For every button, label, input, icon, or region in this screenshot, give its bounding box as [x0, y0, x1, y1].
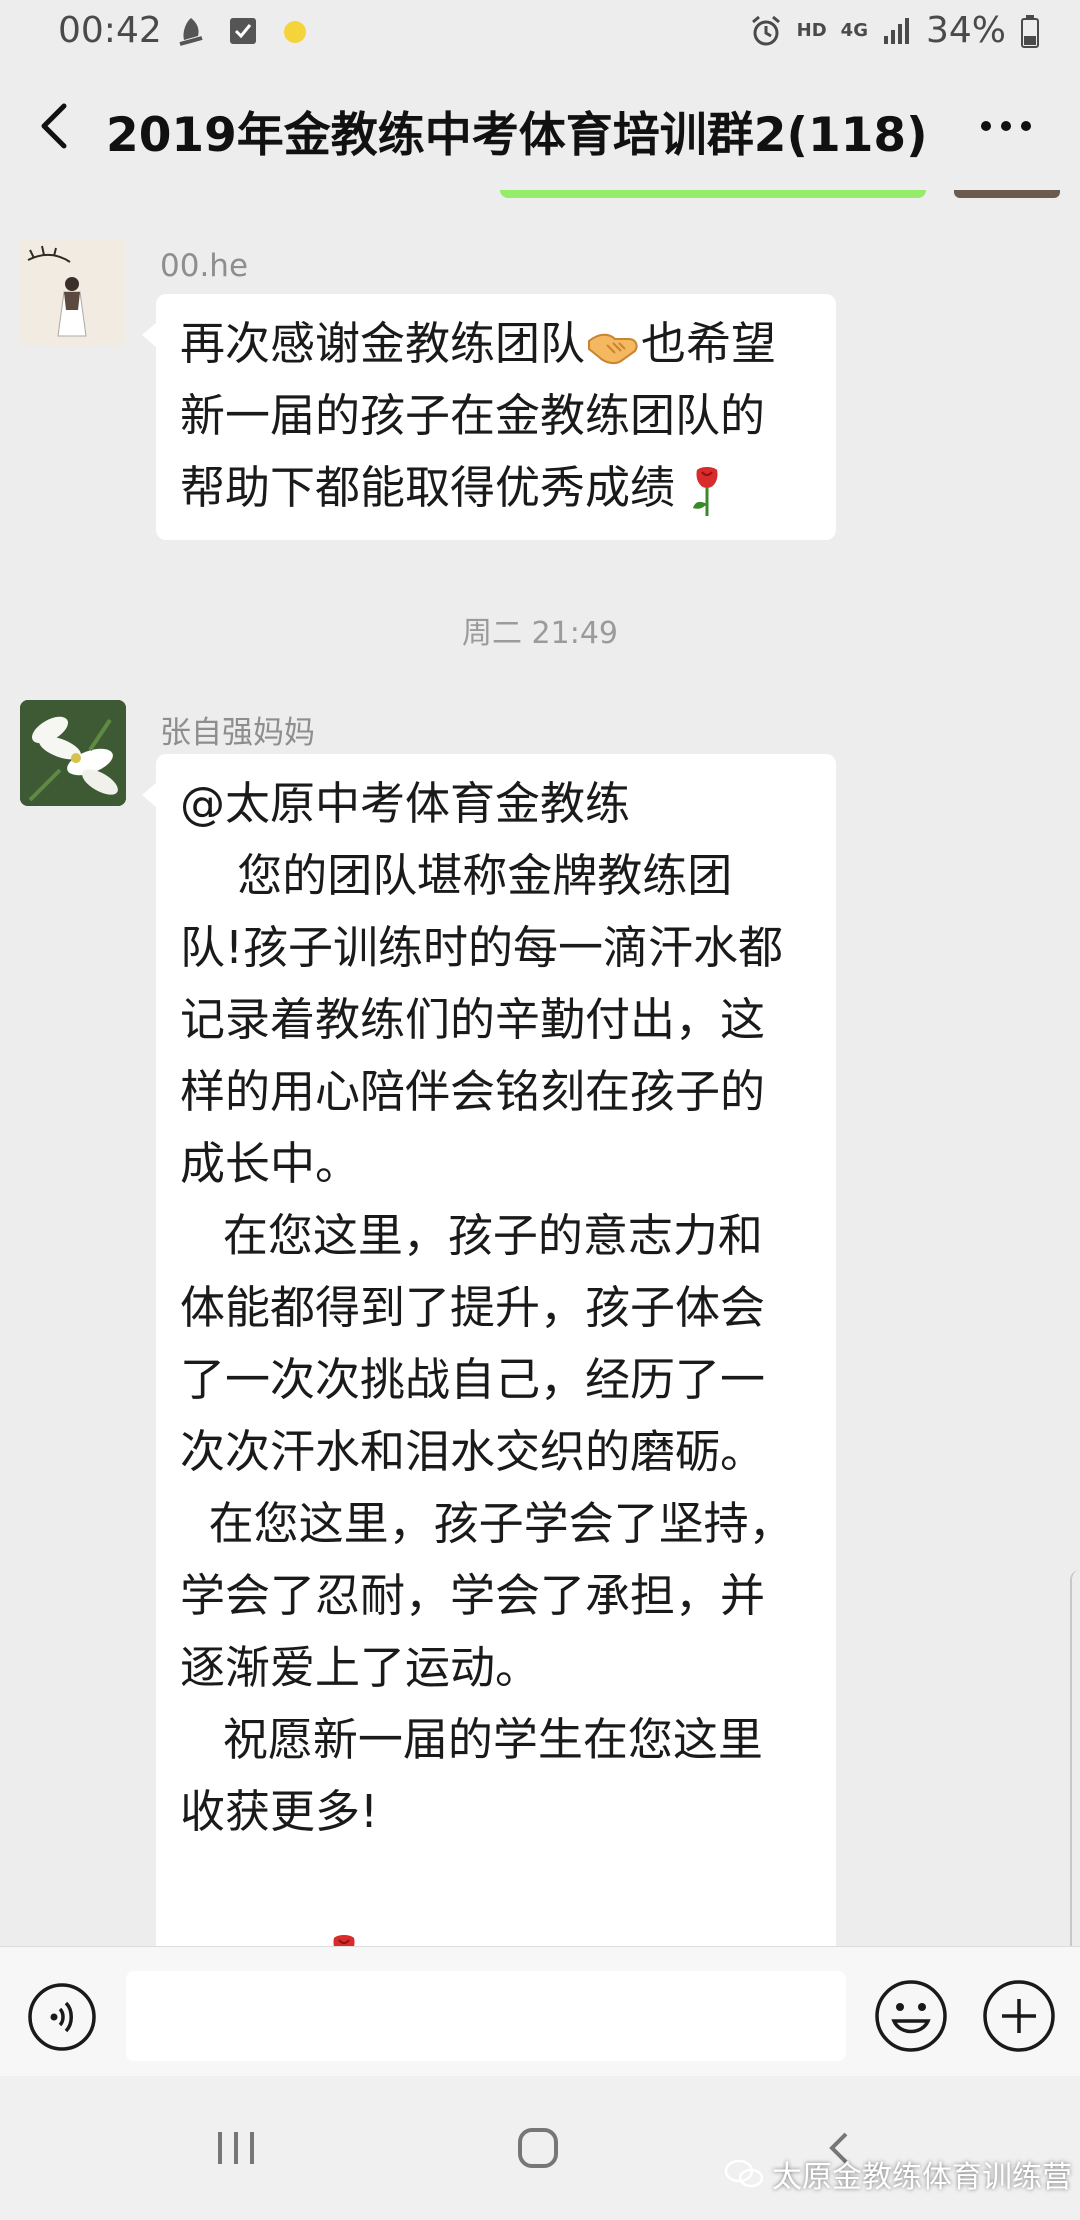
- rose-emoji-row: [180, 1848, 812, 1946]
- message-line: @太原中考体育金教练: [180, 777, 631, 830]
- system-nav-bar: 太原金教练体育训练营: [0, 2076, 1080, 2220]
- avatar-zhangziqiang-mama[interactable]: [20, 700, 126, 806]
- avatar-image: [20, 700, 126, 806]
- message-line: 您的团队堪称金牌教练团: [180, 849, 733, 902]
- home-icon[interactable]: [514, 2124, 562, 2172]
- status-right: HD 4G 34%: [749, 10, 1040, 51]
- input-bar: [0, 1946, 1080, 2077]
- more-dots-icon[interactable]: [976, 106, 1036, 146]
- message-timestamp: 周二 21:49: [462, 616, 618, 651]
- avatar-image: [20, 240, 126, 346]
- alarm-icon: [751, 15, 780, 45]
- bug-icon: [179, 18, 203, 46]
- message-line: 帮助下都能取得优秀成绩: [180, 452, 812, 524]
- recent-apps-icon[interactable]: [214, 2128, 260, 2168]
- previous-own-message-bubble[interactable]: [500, 190, 926, 198]
- dot-icon: [284, 21, 306, 43]
- battery-icon: [1021, 14, 1039, 48]
- voice-icon[interactable]: [26, 1981, 98, 2053]
- watermark: 太原金教练体育训练营: [724, 2152, 1072, 2196]
- message-line: 逐渐爱上了运动。: [180, 1641, 541, 1694]
- scrollbar[interactable]: [1070, 1570, 1080, 1970]
- message-line: 队!孩子训练时的每一滴汗水都: [180, 921, 784, 974]
- message-line: 体能都得到了提升，孩子体会: [180, 1281, 766, 1334]
- plus-circle-icon[interactable]: [980, 1977, 1058, 2055]
- chevron-left-icon[interactable]: [30, 96, 78, 156]
- message-line: 次次汗水和泪水交织的磨砺。: [180, 1425, 766, 1478]
- status-time: 00:42: [58, 10, 162, 51]
- message-bubble[interactable]: @太原中考体育金教练 您的团队堪称金牌教练团 队!孩子训练时的每一滴汗水都 记录…: [142, 754, 836, 1946]
- message-line: 祝愿新一届的学生在您这里: [180, 1713, 763, 1766]
- message-line: 在您这里，孩子学会了坚持，: [180, 1497, 794, 1550]
- chat-header: 2019年金教练中考体育培训群2(118): [0, 66, 1080, 191]
- emoji-icon[interactable]: [872, 1977, 950, 2055]
- battery-percent: 34%: [925, 10, 1006, 51]
- message-line: 成长中。: [180, 1137, 361, 1190]
- message-line: 了一次次挑战自己，经历了一: [180, 1353, 766, 1406]
- message-line: 记录着教练们的辛勤付出，这: [180, 993, 766, 1046]
- status-bar: 00:42 HD 4G 34%: [0, 0, 1080, 66]
- message-line: 再次感谢金教练团队 也希望: [180, 317, 777, 370]
- hd-label: HD: [796, 19, 827, 41]
- chat-message-list[interactable]: 00.he 再次感谢金教练团队 也希望 新一届的孩子在金教练团队的 帮助下都能取得…: [0, 190, 1080, 1946]
- handshake-emoji-icon: [588, 333, 638, 365]
- message-input[interactable]: [126, 1971, 846, 2061]
- network-label: 4G: [840, 19, 868, 41]
- message-line: 新一届的孩子在金教练团队的: [180, 389, 766, 442]
- rose-emoji-icon: [693, 467, 718, 516]
- own-avatar[interactable]: [954, 190, 1060, 198]
- rose-emoji-icon: [333, 1935, 355, 1946]
- sender-name: 张自强妈妈: [160, 715, 315, 751]
- message-line: 在您这里，孩子的意志力和: [180, 1209, 763, 1262]
- sender-name: 00.he: [160, 248, 249, 284]
- message-line: 样的用心陪伴会铭刻在孩子的: [180, 1065, 766, 1118]
- chat-title: 2019年金教练中考体育培训群2(118): [106, 108, 928, 163]
- signal-icon: [883, 17, 909, 44]
- message-line: 学会了忍耐，学会了承担，并: [180, 1569, 766, 1622]
- check-icon: [230, 18, 256, 44]
- message-bubble[interactable]: 再次感谢金教练团队 也希望 新一届的孩子在金教练团队的 帮助下都能取得优秀成绩: [142, 294, 836, 540]
- message-line: 收获更多!: [180, 1785, 379, 1838]
- avatar-00he[interactable]: [20, 240, 126, 346]
- wechat-logo-icon: [724, 2159, 764, 2188]
